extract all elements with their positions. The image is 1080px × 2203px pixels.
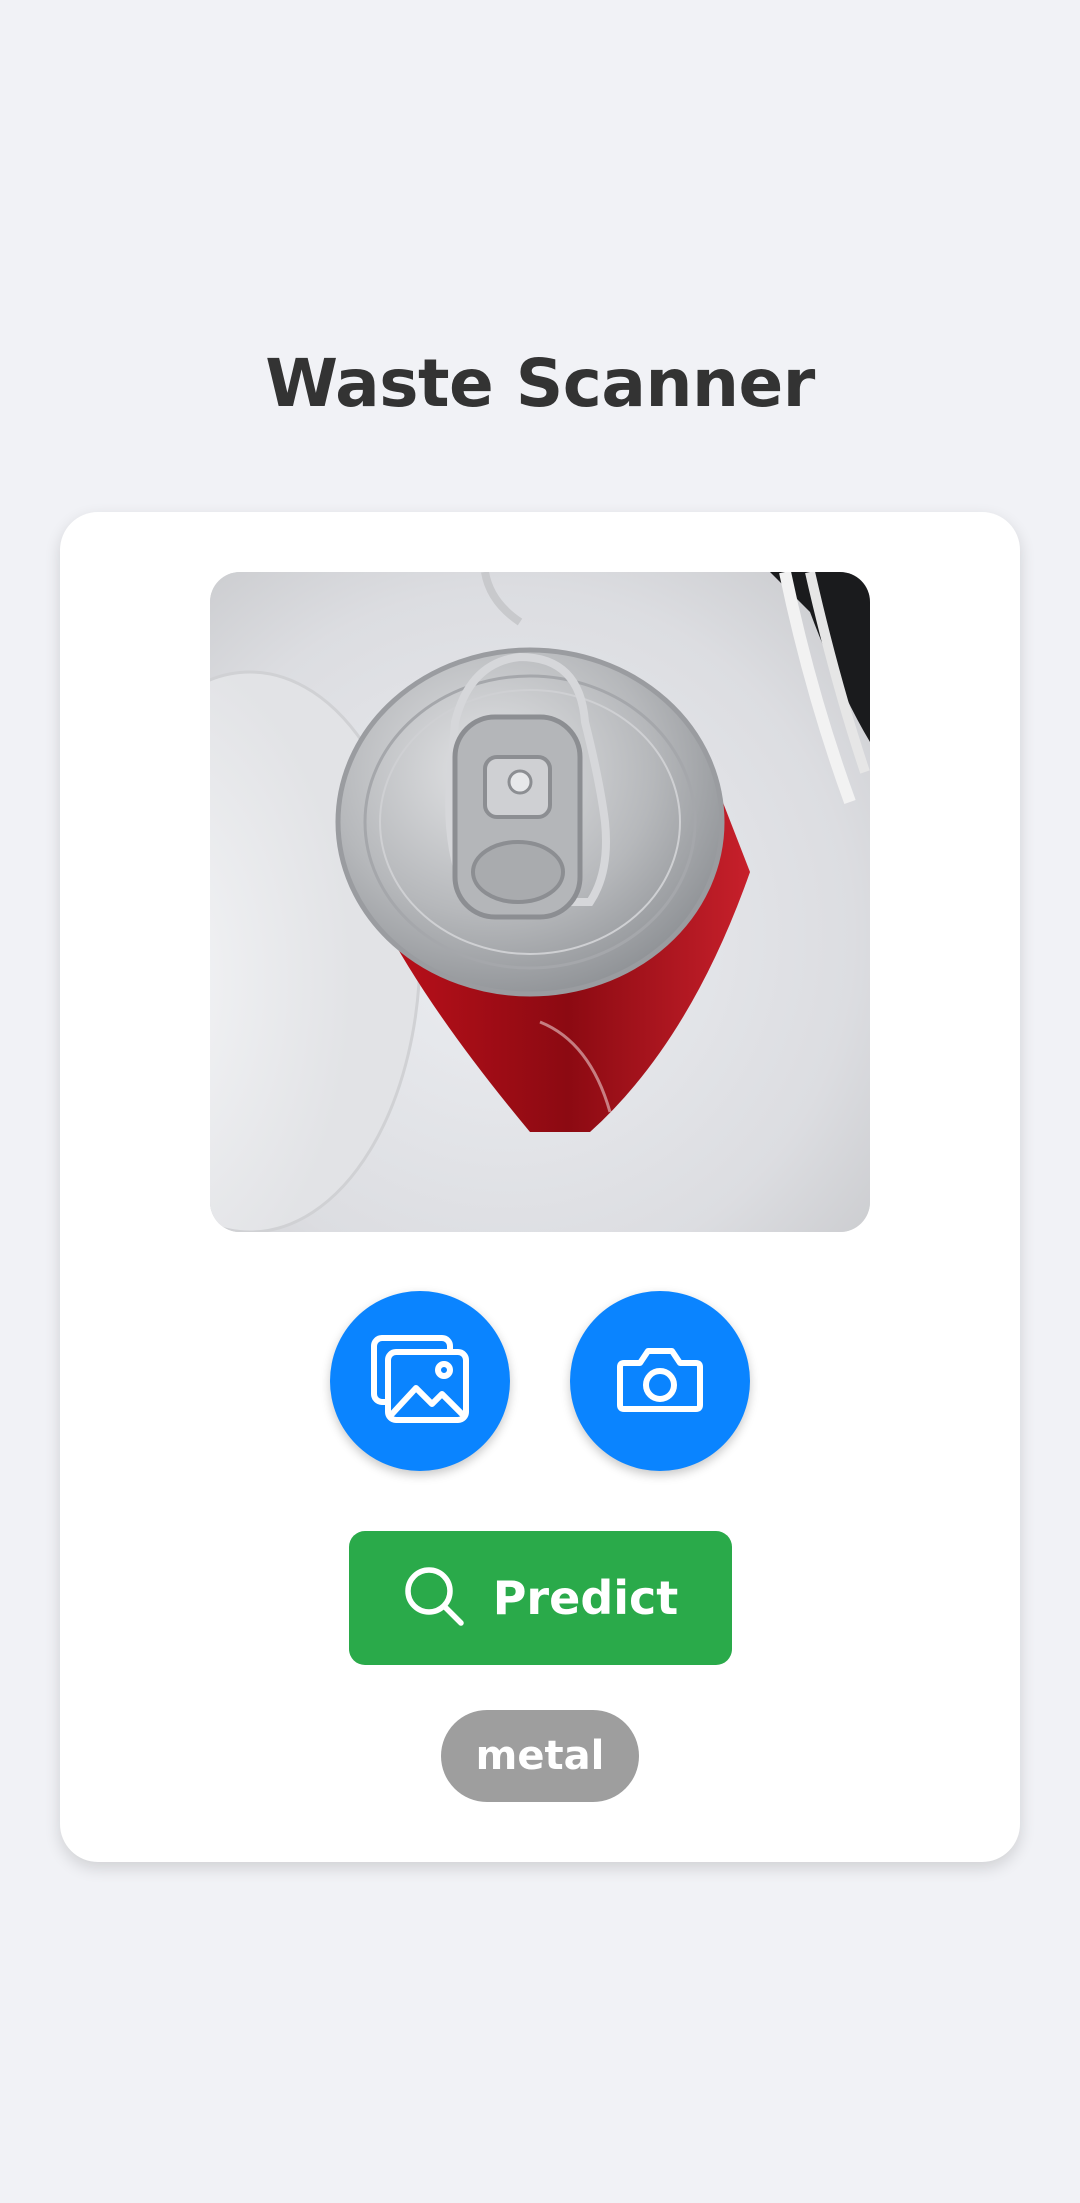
result-badge: metal bbox=[441, 1710, 639, 1802]
preview-image bbox=[210, 572, 870, 1232]
gallery-button[interactable] bbox=[330, 1291, 510, 1471]
camera-button[interactable] bbox=[570, 1291, 750, 1471]
scanner-card: Predict metal bbox=[60, 512, 1020, 1862]
camera-icon bbox=[616, 1345, 704, 1417]
predict-label: Predict bbox=[492, 1571, 679, 1625]
gallery-icon bbox=[370, 1334, 470, 1428]
page-title: Waste Scanner bbox=[265, 345, 815, 422]
search-icon bbox=[403, 1565, 465, 1631]
predict-button[interactable]: Predict bbox=[349, 1531, 732, 1665]
